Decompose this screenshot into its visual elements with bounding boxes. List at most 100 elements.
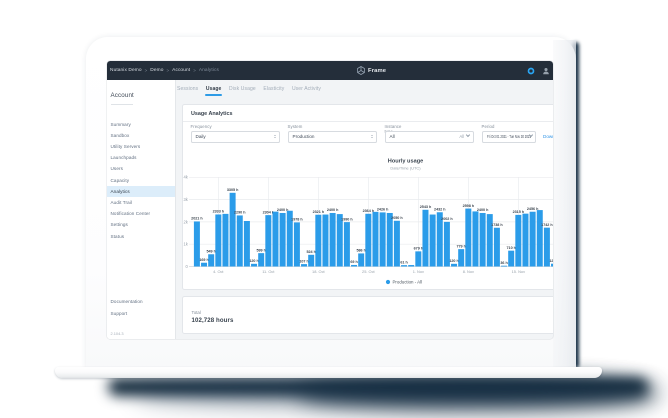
bar-nov-2[interactable] (422, 210, 428, 267)
bar-oct-5[interactable] (222, 214, 228, 267)
app-screen: Nutanix Demo>Demo>Account>Analytics Fram… (107, 61, 554, 339)
bar-label: 2598 h (462, 204, 474, 208)
bar-label: 120 h (449, 259, 459, 263)
sidebar-item-audit-trail[interactable]: Audit Trail (107, 197, 176, 208)
bar-oct-4[interactable] (215, 214, 221, 266)
breadcrumb-item[interactable]: Analytics (199, 68, 219, 73)
bar-nov-13[interactable] (501, 266, 507, 267)
bar-oct-3[interactable] (208, 254, 214, 266)
bar-label: 710 h (506, 246, 516, 250)
bar-oct-13[interactable] (279, 213, 285, 267)
bar-nov-8[interactable] (465, 209, 471, 267)
bar-oct-26[interactable] (372, 212, 378, 267)
bar-oct-17[interactable] (308, 255, 314, 267)
sidebar-link-support[interactable]: Support (107, 308, 176, 319)
bar-label: 1742 h (541, 223, 553, 227)
bar-oct-12[interactable] (272, 212, 278, 267)
legend-label[interactable]: Production - All (392, 280, 422, 285)
sidebar-item-users[interactable]: Users (107, 163, 176, 174)
tab-elasticity[interactable]: Elasticity (263, 86, 284, 92)
bar-nov-14[interactable] (508, 251, 514, 267)
sidebar-item-launchpads[interactable]: Launchpads (107, 152, 176, 163)
sidebar-item-settings[interactable]: Settings (107, 219, 176, 230)
bar-label: 679 h (413, 247, 423, 251)
y-tick-label: 0 (185, 264, 188, 269)
tab-usage[interactable]: Usage (206, 86, 222, 92)
bar-label: 36 h (500, 261, 508, 265)
bar-oct-7[interactable] (236, 215, 242, 266)
bar-oct-29[interactable] (393, 221, 399, 267)
bar-oct-23[interactable] (351, 265, 357, 267)
sidebar-link-documentation[interactable]: Documentation (107, 296, 176, 307)
bar-oct-31[interactable] (408, 265, 414, 266)
bar-oct-25[interactable] (365, 214, 371, 267)
total-label: Total (192, 310, 201, 315)
card-header-divider (183, 121, 554, 122)
bar-label: 2321 h (312, 210, 324, 214)
breadcrumb-item[interactable]: Demo (150, 68, 163, 73)
bar-label: 2426 h (376, 208, 388, 212)
bar-nov-10[interactable] (479, 213, 485, 267)
bar-nov-18[interactable] (536, 210, 542, 266)
filter-suffix: All (459, 134, 464, 139)
bar-oct-19[interactable] (322, 215, 328, 267)
filter-select-period[interactable]: Fri Oct 01 2021 - Tue Nov 30 2021 (482, 131, 537, 143)
sidebar: Account SummarySandboxUtility ServersLau… (107, 80, 177, 339)
bar-nov-6[interactable] (451, 264, 457, 267)
filter-select-instance-type[interactable]: AllAll (385, 131, 474, 143)
bar-label: 3305 h (226, 188, 238, 192)
total-value: 102,728 hours (192, 317, 234, 324)
bar-oct-16[interactable] (301, 264, 307, 266)
bar-oct-9[interactable] (251, 264, 257, 267)
tab-disk-usage[interactable]: Disk Usage (229, 86, 256, 92)
bar-oct-18[interactable] (315, 215, 321, 267)
bar-nov-11[interactable] (486, 214, 492, 266)
sidebar-item-status[interactable]: Status (107, 230, 176, 241)
breadcrumb-item[interactable]: Account (172, 68, 190, 73)
y-tick-label: 1k (183, 242, 188, 247)
bar-nov-9[interactable] (472, 211, 478, 266)
sidebar-item-notification-center[interactable]: Notification Center (107, 208, 176, 219)
bar-nov-7[interactable] (458, 249, 464, 266)
bar-oct-2[interactable] (201, 263, 207, 267)
bar-nov-1[interactable] (415, 251, 421, 266)
bar-oct-28[interactable] (386, 213, 392, 267)
bar-oct-20[interactable] (329, 213, 335, 267)
tab-sessions[interactable]: Sessions (177, 86, 198, 92)
status-ring-icon[interactable] (527, 67, 535, 75)
bar-oct-10[interactable] (258, 253, 264, 266)
sidebar-item-analytics[interactable]: Analytics (107, 186, 176, 197)
bar-nov-17[interactable] (529, 212, 535, 267)
select-updown-icon (274, 135, 276, 138)
breadcrumb-item[interactable]: Nutanix Demo (110, 68, 142, 73)
bar-label: 549 h (206, 249, 216, 253)
bar-nov-15[interactable] (515, 215, 521, 267)
bar-oct-21[interactable] (336, 214, 342, 266)
filter-label: Frequency (191, 124, 212, 129)
bar-label: 2400 h (476, 208, 488, 212)
x-tick-label: 15. Nov (511, 269, 524, 274)
bar-oct-24[interactable] (358, 253, 364, 266)
filter-select-system[interactable]: Production (288, 131, 377, 143)
sidebar-item-utility-servers[interactable]: Utility Servers (107, 141, 176, 152)
tab-user-activity[interactable]: User Activity (292, 86, 321, 92)
bar-nov-20[interactable] (551, 264, 553, 267)
bar-oct-6[interactable] (229, 193, 235, 267)
bar-oct-11[interactable] (265, 215, 271, 266)
sidebar-item-summary[interactable]: Summary (107, 119, 176, 130)
total-card: Total 102,728 hours (182, 296, 554, 334)
download-link[interactable]: Download (543, 134, 553, 139)
bar-oct-27[interactable] (379, 212, 385, 266)
bar-label: 2002 h (441, 217, 453, 221)
bar-oct-22[interactable] (343, 222, 349, 266)
filter-label: Period (482, 124, 495, 129)
sidebar-nav: SummarySandboxUtility ServersLaunchpadsU… (107, 119, 176, 242)
filter-select-frequency[interactable]: Daily (191, 131, 280, 143)
bar-oct-30[interactable] (401, 265, 407, 266)
bar-nov-16[interactable] (522, 214, 528, 267)
bar-nov-12[interactable] (493, 228, 499, 267)
user-icon[interactable] (542, 67, 550, 75)
sidebar-item-capacity[interactable]: Capacity (107, 175, 176, 186)
sidebar-item-sandbox[interactable]: Sandbox (107, 130, 176, 141)
bar-nov-3[interactable] (429, 215, 435, 267)
